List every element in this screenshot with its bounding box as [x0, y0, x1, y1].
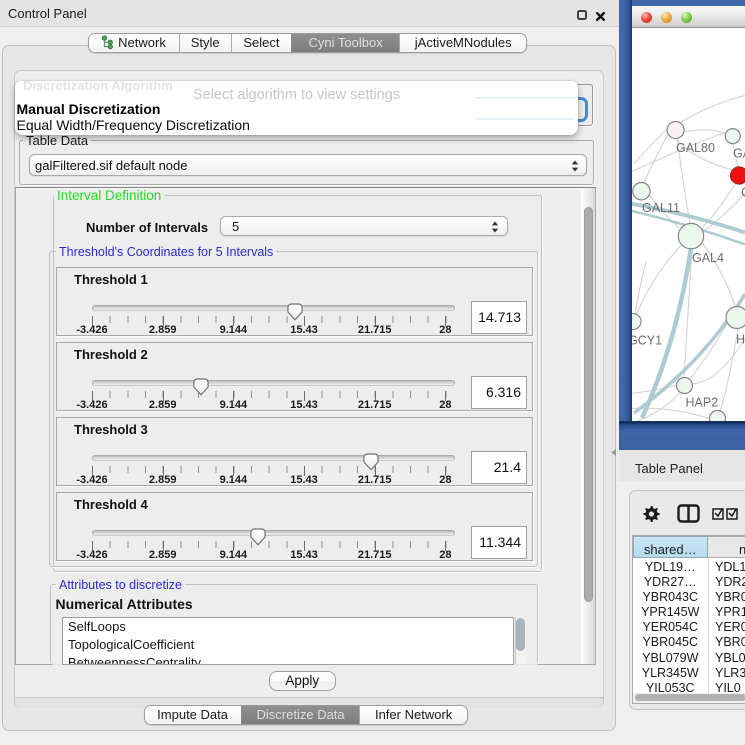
svg-text:HAP2: HAP2 — [686, 396, 719, 410]
svg-text:GAL80: GAL80 — [676, 141, 715, 155]
svg-text:GAL11: GAL11 — [642, 201, 680, 215]
svg-text:GA: GA — [733, 147, 745, 161]
svg-text:GCY1: GCY1 — [632, 334, 662, 348]
svg-text:C: C — [741, 186, 745, 200]
svg-text:HI: HI — [736, 333, 745, 347]
svg-text:GAL4: GAL4 — [692, 251, 724, 265]
